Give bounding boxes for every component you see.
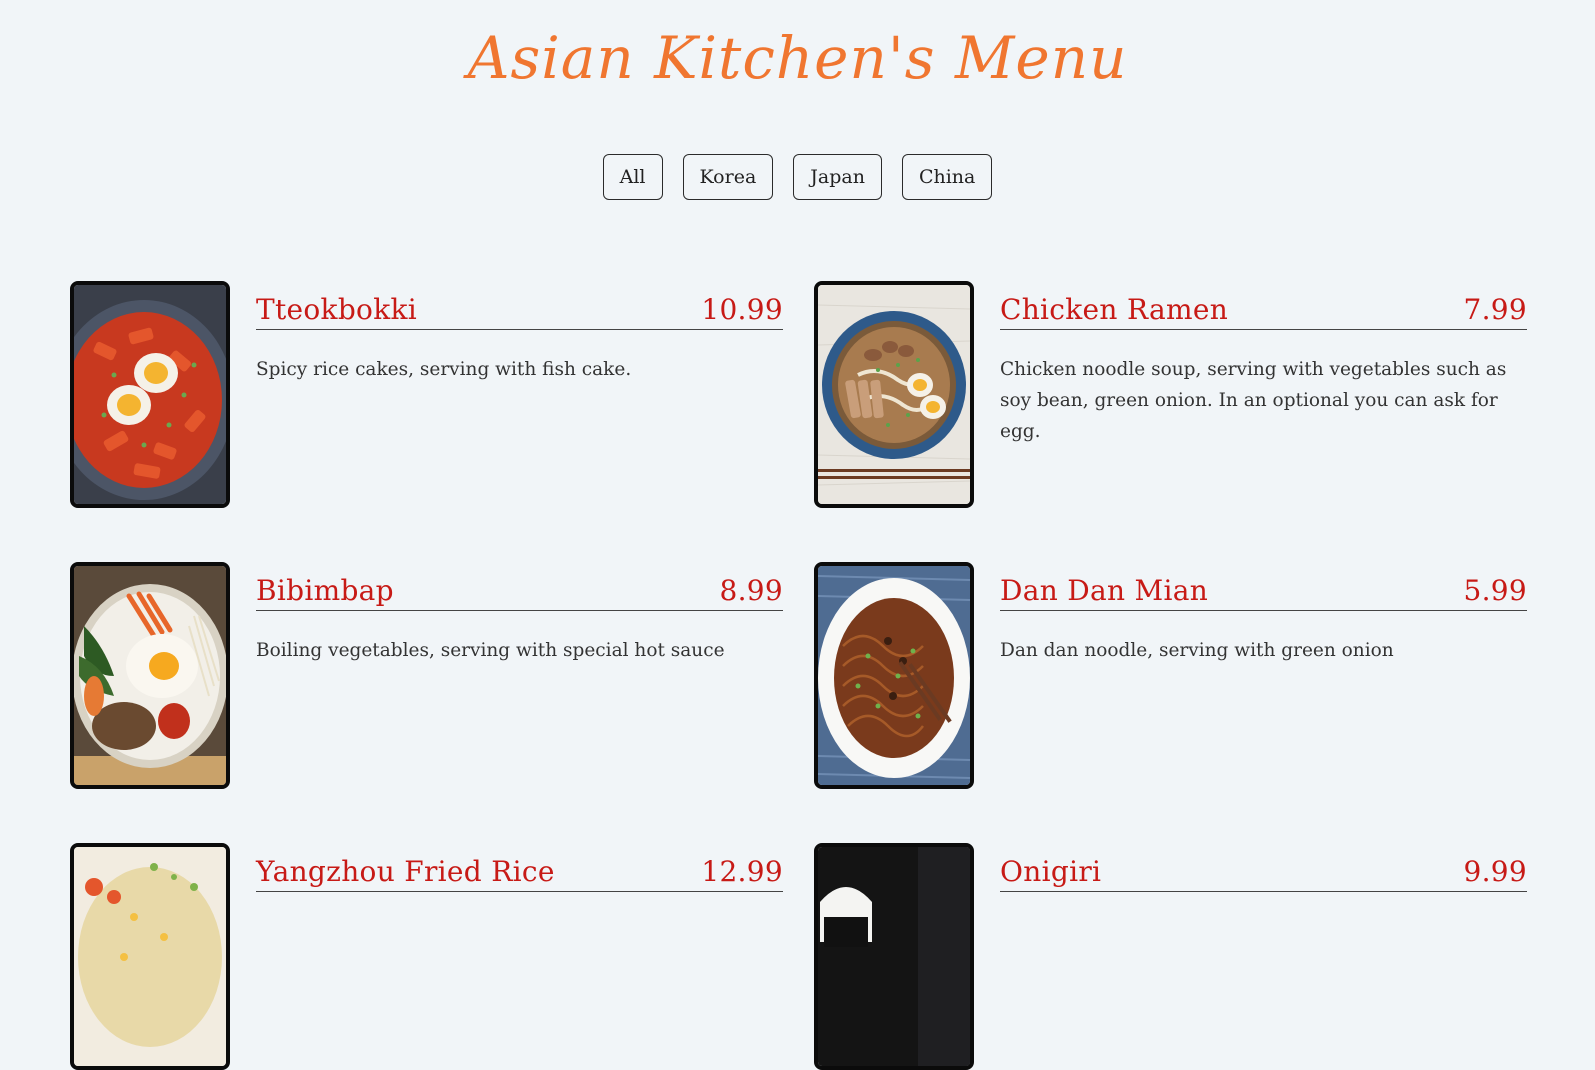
item-price: 7.99 — [1463, 293, 1527, 326]
page-title: Asian Kitchen's Menu — [467, 24, 1128, 92]
chicken-ramen-photo — [814, 281, 974, 508]
item-price: 9.99 — [1463, 855, 1527, 888]
onigiri-photo — [814, 843, 974, 1070]
item-price: 8.99 — [719, 574, 783, 607]
item-name: Chicken Ramen — [1000, 293, 1229, 326]
item-name: Bibimbap — [256, 574, 394, 607]
yangzhou-fried-rice-photo — [70, 843, 230, 1070]
menu-item: Dan Dan Mian 5.99 Dan dan noodle, servin… — [814, 562, 1527, 789]
filter-japan-button[interactable]: Japan — [793, 154, 882, 200]
item-price: 10.99 — [701, 293, 783, 326]
menu-item: Tteokbokki 10.99 Spicy rice cakes, servi… — [70, 281, 783, 508]
tteokbokki-photo — [70, 281, 230, 508]
item-header: Dan Dan Mian 5.99 — [1000, 562, 1527, 611]
item-header: Bibimbap 8.99 — [256, 562, 783, 611]
menu-grid: Tteokbokki 10.99 Spicy rice cakes, servi… — [70, 281, 1527, 1070]
item-price: 12.99 — [701, 855, 783, 888]
item-description: Spicy rice cakes, serving with fish cake… — [256, 359, 632, 380]
filter-all-button[interactable]: All — [602, 154, 663, 200]
item-name: Dan Dan Mian — [1000, 574, 1209, 607]
dan-dan-mian-photo — [814, 562, 974, 789]
menu-item: Bibimbap 8.99 Boiling vegetables, servin… — [70, 562, 783, 789]
filter-china-button[interactable]: China — [901, 154, 993, 200]
item-name: Yangzhou Fried Rice — [256, 855, 555, 888]
category-filter-bar: All Korea Japan China — [0, 154, 1595, 200]
item-header: Yangzhou Fried Rice 12.99 — [256, 843, 783, 892]
item-description: Dan dan noodle, serving with green onion — [1000, 640, 1394, 661]
menu-item: Chicken Ramen 7.99 Chicken noodle soup, … — [814, 281, 1527, 508]
item-description: Chicken noodle soup, serving with vegeta… — [1000, 359, 1507, 442]
item-name: Onigiri — [1000, 855, 1102, 888]
menu-item: Yangzhou Fried Rice 12.99 — [70, 843, 783, 1070]
item-header: Chicken Ramen 7.99 — [1000, 281, 1527, 330]
item-name: Tteokbokki — [256, 293, 417, 326]
filter-korea-button[interactable]: Korea — [682, 154, 774, 200]
menu-item: Onigiri 9.99 — [814, 843, 1527, 1070]
item-header: Onigiri 9.99 — [1000, 843, 1527, 892]
item-price: 5.99 — [1463, 574, 1527, 607]
item-description: Boiling vegetables, serving with special… — [256, 640, 725, 661]
item-header: Tteokbokki 10.99 — [256, 281, 783, 330]
bibimbap-photo — [70, 562, 230, 789]
